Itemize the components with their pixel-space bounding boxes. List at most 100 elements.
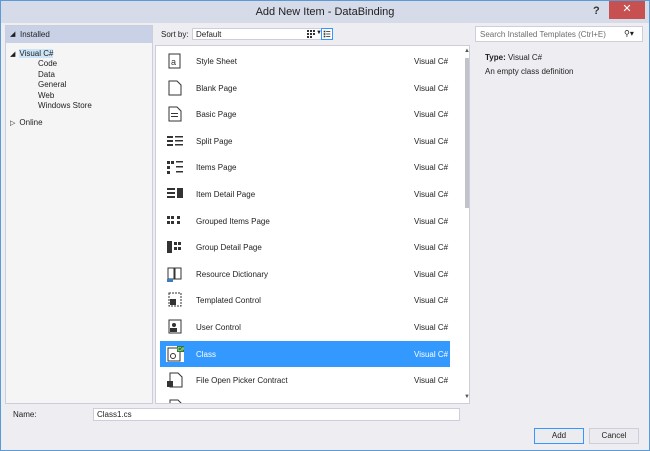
tree-header-installed[interactable]: ◢ Installed <box>6 26 152 43</box>
template-name: Group Detail Page <box>196 243 262 253</box>
name-input-value: Class1.cs <box>97 410 132 419</box>
add-new-item-dialog: Add New Item - DataBinding ? ✕ ◢ Install… <box>0 0 650 451</box>
scroll-up-icon[interactable]: ▲ <box>464 48 469 54</box>
template-language: Visual C# <box>414 190 449 199</box>
scrollbar-thumb[interactable] <box>465 58 469 208</box>
template-category-tree: ◢ Installed ◢ Visual C# Code Data General Web… <box>5 25 153 404</box>
close-button[interactable]: ✕ <box>609 1 645 19</box>
group-detail-page-icon <box>167 241 181 254</box>
split-page-icon <box>167 135 183 146</box>
add-button[interactable]: Add <box>534 428 584 444</box>
template-language: Visual C# <box>414 136 449 146</box>
title-bar: Add New Item - DataBinding ? ✕ <box>1 1 649 23</box>
name-label: Name: <box>13 410 37 419</box>
template-name: Style Sheet <box>196 57 237 66</box>
template-list-scrollbar[interactable]: ▲ ▼ <box>464 46 469 403</box>
template-item-file-open-picker-contract[interactable]: File Open Picker Contract Visual C# <box>160 367 450 393</box>
tree-header-label: Installed <box>20 30 50 39</box>
help-button[interactable]: ? <box>593 5 600 17</box>
search-icon[interactable]: ⚲▾ <box>624 29 634 38</box>
template-item-group-detail-page[interactable]: Group Detail Page Visual C# <box>160 234 450 260</box>
tree-node-label: Data <box>38 69 55 79</box>
template-item-blank-page[interactable]: Blank Page Visual C# <box>160 75 450 101</box>
tree-node-label: Visual C# <box>19 49 54 58</box>
template-language: Visual C# <box>414 376 449 386</box>
expand-triangle-icon: ◢ <box>10 31 16 38</box>
template-item-style-sheet[interactable]: a Style Sheet Visual C# <box>160 48 450 74</box>
tree-node-label: General <box>38 80 67 90</box>
template-language: Visual C# <box>414 163 449 173</box>
svg-text:a: a <box>171 57 176 67</box>
template-name: Grouped Items Page <box>196 216 270 226</box>
items-page-icon <box>167 161 183 175</box>
template-details: Type: Visual C# An empty class definitio… <box>485 53 574 76</box>
tree-node-web[interactable]: Web <box>38 91 54 100</box>
cancel-button[interactable]: Cancel <box>589 428 639 444</box>
template-language: Visual C# <box>414 323 449 332</box>
template-item-class[interactable]: C# Class Visual C# <box>160 340 450 367</box>
tree-node-data[interactable]: Data <box>38 70 55 79</box>
template-item-split-page[interactable]: Split Page Visual C# <box>160 128 450 154</box>
template-name: Basic Page <box>196 110 237 120</box>
small-icons-view-icon[interactable] <box>305 28 317 40</box>
template-language: Visual C# <box>414 57 449 66</box>
tree-node-visual-c-[interactable]: ◢ Visual C# <box>10 49 54 58</box>
template-name: File Open Picker Contract <box>196 376 288 386</box>
template-list: a Style Sheet Visual C# Blank Page Visual C#… <box>155 45 470 404</box>
sort-label: Sort by: <box>161 30 189 39</box>
tree-node-code[interactable]: Code <box>38 59 57 68</box>
tree-node-general[interactable]: General <box>38 80 66 89</box>
template-item-basic-page[interactable]: Basic Page Visual C# <box>160 101 450 127</box>
collapsed-triangle-icon[interactable]: ▷ <box>10 120 15 127</box>
user-control-icon <box>168 319 182 334</box>
scroll-down-icon[interactable]: ▼ <box>464 394 469 400</box>
tree-node-label: Windows Store <box>38 101 92 110</box>
tree-node-online[interactable]: ▷ Online <box>10 118 43 127</box>
tree-node-label: Web <box>38 90 55 100</box>
template-language: Visual C# <box>414 110 449 120</box>
tree-node-windows-store[interactable]: Windows Store <box>38 101 92 110</box>
svg-text:C#: C# <box>178 347 185 353</box>
sort-bar: Sort by: Default ▼ <box>155 25 469 43</box>
template-item-templated-control[interactable]: Templated Control Visual C# <box>160 287 450 313</box>
template-language: Visual C# <box>414 243 449 253</box>
window-title: Add New Item - DataBinding <box>255 6 395 18</box>
sort-value: Default <box>196 30 222 39</box>
template-item-grouped-items-page[interactable]: Grouped Items Page Visual C# <box>160 208 450 234</box>
type-row: Type: Visual C# <box>485 53 574 62</box>
template-name: Resource Dictionary <box>196 269 269 279</box>
template-name: Blank Page <box>196 83 237 93</box>
template-description: An empty class definition <box>485 67 574 76</box>
partial-item-icon <box>169 399 182 403</box>
type-value: Visual C# <box>507 53 543 62</box>
template-language: Visual C# <box>414 349 449 359</box>
type-key: Type: <box>485 53 506 62</box>
expanded-triangle-icon[interactable]: ◢ <box>10 51 15 58</box>
template-name: User Control <box>196 323 241 332</box>
class-icon: C# <box>166 345 185 362</box>
resource-dictionary-icon <box>167 267 182 282</box>
search-templates-input[interactable]: Search Installed Templates (Ctrl+E) ⚲▾ <box>475 26 643 42</box>
template-language: Visual C# <box>414 216 449 226</box>
template-item-partial[interactable] <box>160 394 450 403</box>
template-item-user-control[interactable]: User Control Visual C# <box>160 314 450 340</box>
search-placeholder: Search Installed Templates (Ctrl+E) <box>480 30 606 39</box>
template-item-resource-dictionary[interactable]: Resource Dictionary Visual C# <box>160 261 450 287</box>
template-name: Templated Control <box>196 296 261 306</box>
template-language: Visual C# <box>414 296 449 306</box>
templated-control-icon <box>168 292 182 307</box>
style-sheet-icon: a <box>168 53 181 69</box>
grouped-items-page-icon <box>167 215 180 224</box>
template-name: Item Detail Page <box>196 190 256 199</box>
basic-page-icon <box>168 106 182 122</box>
details-view-icon[interactable] <box>321 28 333 40</box>
template-item-item-detail-page[interactable]: Item Detail Page Visual C# <box>160 181 450 207</box>
template-language: Visual C# <box>414 269 449 279</box>
item-detail-page-icon <box>167 188 183 198</box>
template-name: Items Page <box>196 163 237 173</box>
template-language: Visual C# <box>414 83 449 93</box>
template-name: Split Page <box>196 136 233 146</box>
name-input[interactable]: Class1.cs <box>93 408 460 421</box>
file-open-picker-icon <box>167 372 183 388</box>
template-item-items-page[interactable]: Items Page Visual C# <box>160 154 450 180</box>
